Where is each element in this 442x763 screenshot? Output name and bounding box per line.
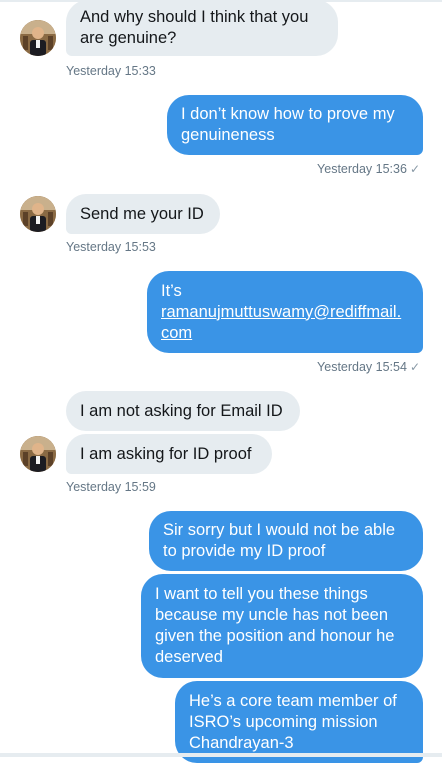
message-timestamp: Yesterday 15:33 <box>66 64 156 78</box>
message-text: I want to tell you these things because … <box>155 585 395 666</box>
timestamp-text: Yesterday 15:54 <box>317 360 407 374</box>
user-avatar-photo-icon <box>20 20 56 56</box>
message-text: I am not asking for Email ID <box>80 401 283 420</box>
checkmark-icon: ✓ <box>409 360 420 374</box>
message-text: Send me your ID <box>80 204 204 223</box>
message-timestamp: Yesterday 15:54 ✓ <box>317 360 420 374</box>
timestamp-text: Yesterday 15:36 <box>317 162 407 176</box>
message-bubble-incoming[interactable]: Send me your ID <box>66 194 220 234</box>
message-bubble-outgoing[interactable]: Sir sorry but I would not be able to pro… <box>149 511 423 571</box>
message-timestamp: Yesterday 15:59 <box>66 480 156 494</box>
avatar[interactable] <box>20 196 56 232</box>
message-bubble-incoming[interactable]: I am not asking for Email ID <box>66 391 300 431</box>
message-text: Sir sorry but I would not be able to pro… <box>163 521 396 560</box>
message-bubble-incoming[interactable]: And why should I think that you are genu… <box>66 0 338 56</box>
bottom-divider <box>0 753 442 757</box>
message-text: And why should I think that you are genu… <box>80 8 309 47</box>
avatar[interactable] <box>20 436 56 472</box>
message-timestamp: Yesterday 15:53 <box>66 240 156 254</box>
checkmark-icon: ✓ <box>409 162 420 176</box>
message-bubble-outgoing[interactable]: I want to tell you these things because … <box>141 574 423 678</box>
message-prefix: It’s <box>161 281 182 300</box>
email-link[interactable]: ramanujmuttuswamy@rediffmail. com <box>161 303 401 342</box>
message-text: It’s ramanujmuttuswamy@rediffmail. com <box>161 281 409 344</box>
message-text: I am asking for ID proof <box>80 444 252 463</box>
avatar[interactable] <box>20 20 56 56</box>
message-bubble-outgoing[interactable]: I don’t know how to prove my genuineness <box>167 95 423 155</box>
message-text: He’s a core team member of ISRO’s upcomi… <box>189 691 397 752</box>
message-timestamp: Yesterday 15:36 ✓ <box>317 162 420 176</box>
message-bubble-incoming[interactable]: I am asking for ID proof <box>66 434 272 474</box>
user-avatar-photo-icon <box>20 196 56 232</box>
user-avatar-photo-icon <box>20 436 56 472</box>
message-text: I don’t know how to prove my genuineness <box>181 105 395 144</box>
message-bubble-outgoing[interactable]: It’s ramanujmuttuswamy@rediffmail. com <box>147 271 423 353</box>
message-bubble-outgoing[interactable]: He’s a core team member of ISRO’s upcomi… <box>175 681 423 763</box>
